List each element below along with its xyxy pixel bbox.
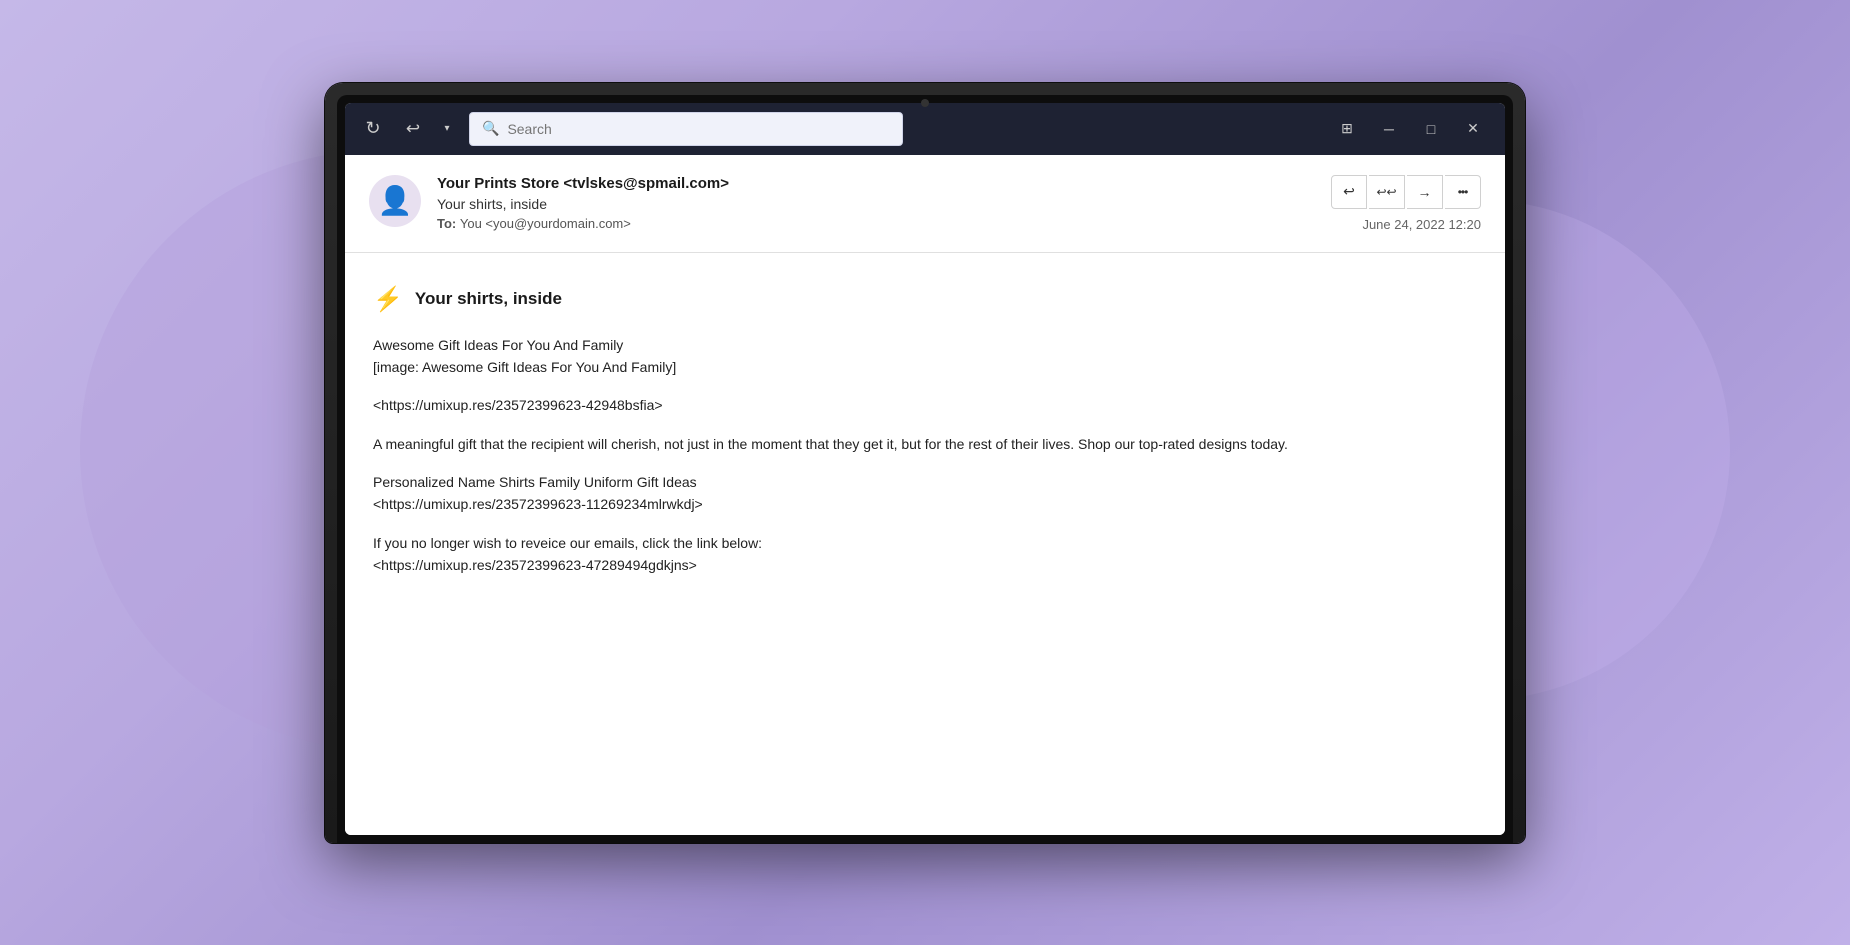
grid-view-button[interactable]: ⊞ — [1327, 113, 1367, 145]
camera-notch — [921, 99, 929, 107]
search-input[interactable] — [507, 121, 890, 137]
forward-icon: → — [1418, 184, 1432, 200]
reply-all-icon: ↩↩ — [1376, 185, 1396, 199]
search-icon: 🔍 — [482, 120, 499, 137]
email-header-left: 👤 Your Prints Store <tvlskes@spmail.com>… — [369, 175, 729, 231]
email-title-row: ⚡ Your shirts, inside — [373, 285, 1477, 314]
minimize-button[interactable]: ─ — [1369, 113, 1409, 145]
forward-button[interactable]: → — [1407, 175, 1443, 209]
reply-button[interactable]: ↩ — [1331, 175, 1367, 209]
line1-text: Awesome Gift Ideas For You And Family — [373, 337, 623, 353]
email-paragraph1: A meaningful gift that the recipient wil… — [373, 433, 1477, 455]
email-actions: ↩ ↩↩ → ••• — [1331, 175, 1481, 209]
laptop-outer: ↻ ↩ ▾ 🔍 ⊞ — [325, 83, 1525, 843]
back-button[interactable]: ↩ — [397, 113, 429, 145]
email-to: To: You <you@yourdomain.com> — [437, 216, 729, 231]
email-line1: Awesome Gift Ideas For You And Family [i… — [373, 334, 1477, 379]
chevron-down-icon: ▾ — [444, 123, 449, 134]
email-from: Your Prints Store <tvlskes@spmail.com> — [437, 175, 729, 192]
laptop-wrapper: ↻ ↩ ▾ 🔍 ⊞ — [325, 83, 1525, 863]
screen-bezel: ↻ ↩ ▾ 🔍 ⊞ — [337, 95, 1513, 843]
back-icon: ↩ — [406, 119, 420, 139]
close-icon: ✕ — [1467, 120, 1479, 137]
laptop-screen: ↻ ↩ ▾ 🔍 ⊞ — [345, 103, 1505, 835]
link2-text[interactable]: <https://umixup.res/23572399623-11269234… — [373, 496, 703, 512]
maximize-button[interactable]: □ — [1411, 113, 1451, 145]
refresh-icon: ↻ — [365, 118, 380, 139]
dropdown-button[interactable]: ▾ — [437, 113, 457, 145]
line3-text: Personalized Name Shirts Family Uniform … — [373, 474, 697, 490]
line2-text: [image: Awesome Gift Ideas For You And F… — [373, 359, 676, 375]
more-actions-button[interactable]: ••• — [1445, 175, 1481, 209]
reply-icon: ↩ — [1343, 183, 1355, 200]
reply-all-button[interactable]: ↩↩ — [1369, 175, 1405, 209]
title-bar: ↻ ↩ ▾ 🔍 ⊞ — [345, 103, 1505, 155]
email-area: 👤 Your Prints Store <tvlskes@spmail.com>… — [345, 155, 1505, 835]
email-date: June 24, 2022 12:20 — [1362, 217, 1481, 232]
close-button[interactable]: ✕ — [1453, 113, 1493, 145]
avatar: 👤 — [369, 175, 421, 227]
email-header: 👤 Your Prints Store <tvlskes@spmail.com>… — [345, 155, 1505, 253]
maximize-icon: □ — [1427, 121, 1435, 137]
email-body-title: Your shirts, inside — [415, 289, 562, 309]
search-bar[interactable]: 🔍 — [469, 112, 903, 146]
email-link1[interactable]: <https://umixup.res/23572399623-42948bsf… — [373, 394, 1477, 416]
link3-text[interactable]: <https://umixup.res/23572399623-47289494… — [373, 557, 697, 573]
window-controls: ⊞ ─ □ ✕ — [1327, 113, 1493, 145]
minimize-icon: ─ — [1384, 121, 1394, 137]
more-icon: ••• — [1458, 185, 1468, 199]
email-header-right: ↩ ↩↩ → ••• — [1331, 175, 1481, 232]
email-subject: Your shirts, inside — [437, 196, 729, 212]
grid-icon: ⊞ — [1341, 120, 1353, 137]
lightning-icon: ⚡ — [373, 285, 403, 314]
email-unsubscribe: If you no longer wish to reveice our ema… — [373, 532, 1477, 577]
to-address: You <you@yourdomain.com> — [460, 216, 631, 231]
email-line3: Personalized Name Shirts Family Uniform … — [373, 471, 1477, 516]
email-body: ⚡ Your shirts, inside Awesome Gift Ideas… — [345, 253, 1505, 835]
email-meta: Your Prints Store <tvlskes@spmail.com> Y… — [437, 175, 729, 231]
avatar-icon: 👤 — [378, 184, 413, 217]
unsubscribe-text: If you no longer wish to reveice our ema… — [373, 535, 762, 551]
to-label: To: — [437, 216, 460, 231]
refresh-button[interactable]: ↻ — [357, 113, 389, 145]
